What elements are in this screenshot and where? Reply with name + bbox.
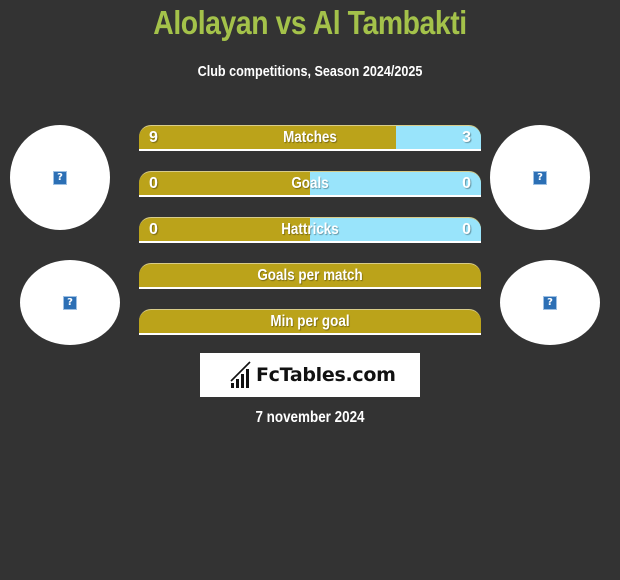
fctables-logo[interactable]: FcTables.com [200,353,420,397]
stat-label: Hattricks [281,221,339,238]
stat-bar-matches: 9 Matches 3 [139,125,481,151]
date-label: 7 november 2024 [255,409,365,426]
right-value: 0 [462,175,471,192]
stat-bar-goals-per-match: Goals per match [139,263,481,289]
right-player-avatar: ? [490,125,590,230]
left-player-avatar: ? [10,125,110,230]
right-value: 0 [462,221,471,238]
broken-image-icon: ? [53,170,67,185]
left-value: 0 [149,221,158,238]
left-value: 9 [149,129,158,146]
right-club-logo: ? [500,260,600,345]
broken-image-icon: ? [543,295,557,310]
stat-bar-hattricks: 0 Hattricks 0 [139,217,481,243]
stat-label: Matches [283,129,337,146]
competition-subtitle: Club competitions, Season 2024/2025 [197,63,423,80]
left-value: 0 [149,175,158,192]
broken-image-icon: ? [533,170,547,185]
stat-label: Goals per match [257,267,363,284]
stat-label: Min per goal [270,313,350,330]
stat-label: Goals [291,175,329,192]
logo-text: FcTables.com [256,364,396,386]
stat-bar-min-per-goal: Min per goal [139,309,481,335]
page-title: Alolayan vs Al Tambakti [153,4,467,41]
stat-bar-goals: 0 Goals 0 [139,171,481,197]
left-club-logo: ? [20,260,120,345]
bar-chart-icon [230,361,251,388]
right-value: 3 [462,129,471,146]
broken-image-icon: ? [63,295,77,310]
